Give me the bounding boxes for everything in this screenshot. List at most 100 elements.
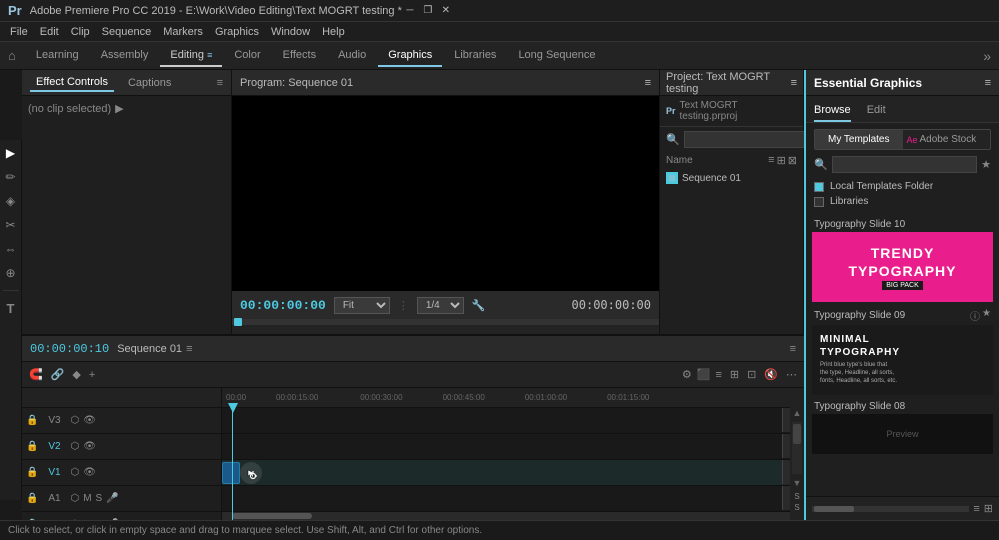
tab-assembly[interactable]: Assembly	[91, 45, 159, 67]
eg-grid-button[interactable]: ⊞	[984, 502, 993, 515]
tab-effect-controls[interactable]: Effect Controls	[30, 74, 114, 92]
project-item-sequence01[interactable]: ▤ Sequence 01	[660, 169, 803, 187]
tab-effects[interactable]: Effects	[273, 45, 326, 67]
eg-subtab-adobe-stock[interactable]: Ae Adobe Stock	[903, 130, 991, 149]
track-a1-mute-icon[interactable]: M	[83, 493, 91, 504]
tl-in-point-icon[interactable]: ⬛	[697, 368, 711, 381]
eg-star-icon[interactable]: ★	[981, 158, 991, 171]
scrubber-bar[interactable]	[232, 319, 659, 325]
list-view-button[interactable]: ≡	[768, 154, 774, 167]
tab-graphics[interactable]: Graphics	[378, 45, 442, 67]
eg-list-options-button[interactable]: ≡	[973, 503, 979, 515]
essential-graphics-menu-button[interactable]: ≡	[985, 77, 991, 89]
tab-captions[interactable]: Captions	[122, 75, 177, 91]
track-a1-sync-icon[interactable]: ⬡	[70, 493, 79, 504]
tool-pen[interactable]: ✏	[2, 168, 20, 186]
track-a1-mic-icon[interactable]: 🎤	[106, 493, 118, 504]
tab-learning[interactable]: Learning	[26, 45, 89, 67]
tab-editing[interactable]: Editing ≡	[160, 45, 222, 67]
track-v3-lock-icon[interactable]: 🔒	[26, 415, 38, 426]
menu-markers[interactable]: Markers	[157, 22, 209, 42]
tl-snap-button[interactable]: 🧲	[26, 366, 46, 383]
tl-view2-button[interactable]: ⊞	[727, 366, 742, 383]
tl-add-track-button[interactable]: +	[86, 367, 98, 383]
track-a1-lock-icon[interactable]: 🔒	[26, 493, 38, 504]
tool-eraser[interactable]: ◈	[2, 192, 20, 210]
tab-color[interactable]: Color	[224, 45, 270, 67]
wrench-icon[interactable]: 🔧	[472, 299, 486, 312]
template-item-slide08[interactable]: Typography Slide 08 Preview	[812, 399, 993, 454]
tl-more-button[interactable]: ⋯	[783, 366, 800, 383]
tl-linked-button[interactable]: 🔗	[48, 366, 68, 383]
track-v2-sync-icon[interactable]: ⬡	[70, 441, 79, 452]
menu-help[interactable]: Help	[316, 22, 351, 42]
template-item-slide09[interactable]: Typography Slide 09 ⓘ ★ MINIMAL TYPOGRAP…	[812, 306, 993, 395]
current-timecode[interactable]: 00:00:00:00	[240, 298, 326, 313]
template-star-icon[interactable]: ★	[982, 308, 991, 323]
quality-select[interactable]: 1/4 1/2 Full	[417, 297, 464, 314]
timeline-vertical-scrollbar[interactable]: ▲ ▼ S S	[790, 388, 804, 520]
eg-scrollbar[interactable]	[812, 506, 969, 512]
track-v2-lock-icon[interactable]: 🔒	[26, 441, 38, 452]
fit-select[interactable]: Fit 25% 50% 100%	[334, 297, 390, 314]
home-icon[interactable]: ⌂	[8, 48, 16, 63]
track-v1-eye-icon[interactable]: 👁	[83, 467, 96, 478]
scroll-up-icon[interactable]: ▲	[793, 408, 802, 418]
menu-file[interactable]: File	[4, 22, 34, 42]
scroll-down-icon[interactable]: ▼	[793, 478, 802, 488]
v1-clip-block[interactable]	[222, 462, 240, 484]
project-panel-menu-button[interactable]: ≡	[791, 77, 797, 89]
close-button[interactable]: ✕	[438, 3, 454, 19]
program-monitor-menu-button[interactable]: ≡	[645, 77, 651, 89]
tl-view1-button[interactable]: ≡	[712, 367, 724, 383]
track-expand-icon[interactable]: S	[794, 492, 799, 501]
eg-subtab-my-templates[interactable]: My Templates	[815, 130, 903, 149]
track-a1-solo-icon[interactable]: S	[96, 493, 103, 504]
tab-audio[interactable]: Audio	[328, 45, 376, 67]
tl-mute-all-button[interactable]: 🔇	[761, 366, 781, 383]
timeline-horizontal-scrollbar[interactable]	[222, 512, 790, 520]
eg-tab-browse[interactable]: Browse	[814, 100, 851, 122]
template-info-icon[interactable]: ⓘ	[970, 308, 980, 323]
libraries-option: Libraries	[806, 194, 999, 209]
timeline-menu-button[interactable]: ≡	[790, 343, 796, 355]
icon-view-button[interactable]: ⊞	[777, 154, 786, 167]
effect-controls-menu-button[interactable]: ≡	[217, 77, 223, 89]
timeline-clips-area[interactable]: 00:00 00:00:15:00 00:00:30:00 00:00:45:0…	[222, 388, 790, 520]
project-file-row: Pr Text MOGRT testing.prproj	[660, 96, 803, 127]
minimal-line3: Print blue type's blue thatthe type, Hea…	[820, 362, 897, 385]
template-item-slide10[interactable]: Typography Slide 10 TRENDY TYPOGRAPHY BI…	[812, 217, 993, 302]
tool-text[interactable]: T	[2, 299, 20, 317]
track-collapse-icon[interactable]: S	[794, 503, 799, 512]
menu-edit[interactable]: Edit	[34, 22, 65, 42]
track-v2-eye-icon[interactable]: 👁	[83, 441, 96, 452]
restore-button[interactable]: ❐	[420, 3, 436, 19]
timeline-ruler: 00:00 00:00:15:00 00:00:30:00 00:00:45:0…	[222, 388, 790, 408]
track-v3-sync-icon[interactable]: ⬡	[70, 415, 79, 426]
tool-slip[interactable]: ⇔	[2, 240, 20, 258]
track-v1-sync-icon[interactable]: ⬡	[70, 467, 79, 478]
track-v3-eye-icon[interactable]: 👁	[83, 415, 96, 426]
tab-long-sequence[interactable]: Long Sequence	[508, 45, 605, 67]
tool-zoom[interactable]: ⊕	[2, 264, 20, 282]
local-templates-checkbox[interactable]	[814, 182, 824, 192]
workspace-overflow-button[interactable]: »	[983, 48, 991, 64]
tool-selection[interactable]: ▶	[2, 144, 20, 162]
menu-clip[interactable]: Clip	[65, 22, 96, 42]
menu-sequence[interactable]: Sequence	[96, 22, 158, 42]
tab-libraries[interactable]: Libraries	[444, 45, 506, 67]
menu-graphics[interactable]: Graphics	[209, 22, 265, 42]
timeline-timecode[interactable]: 00:00:00:10	[30, 342, 109, 356]
tool-razor[interactable]: ✂	[2, 216, 20, 234]
tl-view3-button[interactable]: ⊡	[744, 366, 759, 383]
track-v1-lock-icon[interactable]: 🔒	[26, 467, 38, 478]
libraries-checkbox[interactable]	[814, 197, 824, 207]
eg-search-input[interactable]	[832, 156, 977, 173]
scrubber-handle[interactable]	[234, 318, 242, 326]
freeform-view-button[interactable]: ⊠	[788, 154, 797, 167]
minimize-button[interactable]: ─	[402, 3, 418, 19]
menu-window[interactable]: Window	[265, 22, 316, 42]
tl-marker-button[interactable]: ◆	[69, 366, 83, 383]
tl-settings-button[interactable]: ⚙	[679, 366, 695, 383]
eg-tab-edit[interactable]: Edit	[867, 100, 886, 122]
